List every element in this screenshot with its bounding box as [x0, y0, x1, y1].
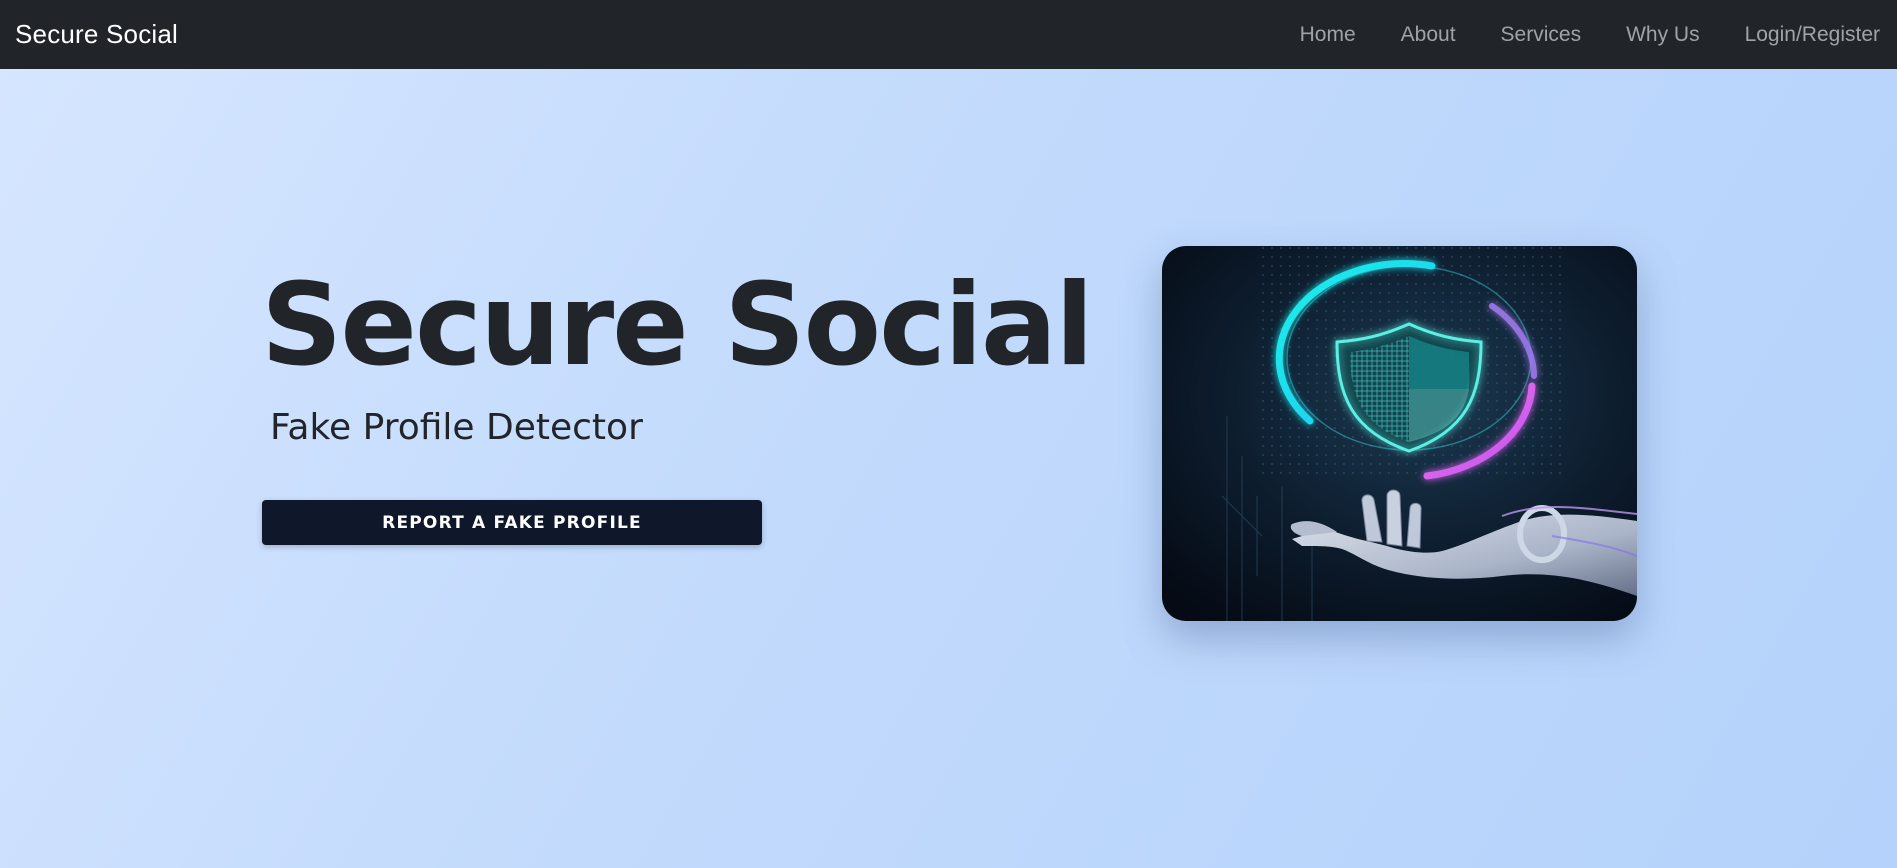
hero-illustration	[1162, 246, 1637, 621]
hero-title: Secure Social	[261, 259, 1094, 391]
nav-link-why-us[interactable]: Why Us	[1626, 23, 1700, 47]
robot-hand-shield-illustration	[1162, 246, 1637, 621]
nav-link-about[interactable]: About	[1401, 23, 1456, 47]
nav-link-login-register[interactable]: Login/Register	[1745, 23, 1880, 47]
nav-link-home[interactable]: Home	[1300, 23, 1356, 47]
nav-links: Home About Services Why Us Login/Registe…	[1255, 23, 1880, 47]
navbar: Secure Social Home About Services Why Us…	[0, 0, 1897, 69]
nav-link-services[interactable]: Services	[1501, 23, 1582, 47]
hero-subtitle: Fake Profile Detector	[270, 407, 643, 448]
brand-logo[interactable]: Secure Social	[15, 19, 178, 50]
report-fake-profile-button[interactable]: REPORT A FAKE PROFILE	[262, 500, 762, 545]
